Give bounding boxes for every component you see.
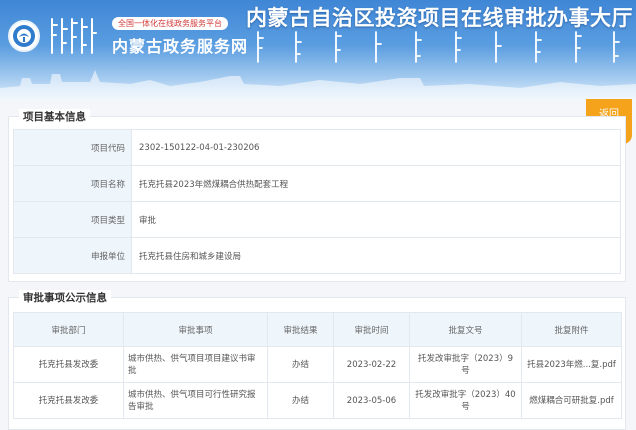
project-type-value: 审批	[131, 201, 621, 238]
doc-no-cell: 托发改审批字（2023）40号	[409, 382, 522, 419]
result-cell: 办结	[267, 346, 334, 383]
table-row: 托克托县发改委 城市供热、供气项目项目建议书审批 办结 2023-02-22 托…	[13, 346, 622, 383]
result-cell: 办结	[267, 382, 334, 419]
site-header: 全国一体化在线政务服务平台 内蒙古政务服务网 内蒙古自治区投资项目在线审批办事大…	[0, 0, 636, 100]
project-code-value: 2302-150122-04-01-230206	[131, 129, 621, 166]
column-header: 批复附件	[521, 312, 622, 347]
site-name: 内蒙古政务服务网	[112, 37, 249, 56]
column-header: 审批结果	[267, 312, 334, 347]
approval-table: 审批部门 审批事项 审批结果 审批时间 批复文号 批复附件 托克托县发改委 城市…	[13, 312, 622, 419]
basic-info-title: 项目基本信息	[19, 109, 90, 124]
item-cell: 城市供热、供气项目可行性研究报告审批	[123, 382, 268, 419]
doc-no-cell: 托发改审批字（2023）9号	[409, 346, 522, 383]
dept-cell: 托克托县发改委	[13, 346, 124, 383]
info-row-applicant: 申报单位 托克托县住房和城乡建设局	[13, 237, 621, 274]
mongolian-script-logo	[51, 18, 97, 54]
mongolian-script-title	[257, 31, 620, 63]
info-row-code: 项目代码 2302-150122-04-01-230206	[13, 129, 621, 166]
applicant-value: 托克托县住房和城乡建设局	[131, 237, 621, 274]
column-header: 审批事项	[123, 312, 268, 347]
basic-info-table: 项目代码 2302-150122-04-01-230206 项目名称 托克托县2…	[13, 129, 621, 274]
approval-header-row: 审批部门 审批事项 审批结果 审批时间 批复文号 批复附件	[13, 312, 622, 347]
column-header: 批复文号	[409, 312, 522, 347]
dept-cell: 托克托县发改委	[13, 382, 124, 419]
emblem-icon	[8, 20, 40, 52]
platform-badge: 全国一体化在线政务服务平台	[112, 17, 228, 30]
project-name-value: 托克托县2023年燃煤耦合供热配套工程	[131, 165, 621, 202]
column-header: 审批时间	[333, 312, 410, 347]
attachment-link[interactable]: 托县2023年燃...复.pdf	[521, 346, 622, 383]
attachment-link[interactable]: 燃煤耦合可研批复.pdf	[521, 382, 622, 419]
time-cell: 2023-05-06	[333, 382, 410, 419]
info-label: 项目名称	[13, 165, 132, 202]
info-label: 申报单位	[13, 237, 132, 274]
basic-info-section: 项目基本信息 项目代码 2302-150122-04-01-230206 项目名…	[8, 109, 626, 282]
table-row: 托克托县发改委 城市供热、供气项目可行性研究报告审批 办结 2023-05-06…	[13, 382, 622, 419]
info-row-name: 项目名称 托克托县2023年燃煤耦合供热配套工程	[13, 165, 621, 202]
hall-title: 内蒙古自治区投资项目在线审批办事大厅	[246, 5, 633, 30]
approval-info-title: 审批事项公示信息	[19, 290, 111, 305]
info-row-type: 项目类型 审批	[13, 201, 621, 238]
approval-info-section: 审批事项公示信息 审批部门 审批事项 审批结果 审批时间 批复文号 批复附件 托…	[8, 290, 626, 430]
time-cell: 2023-02-22	[333, 346, 410, 383]
item-cell: 城市供热、供气项目项目建议书审批	[123, 346, 268, 383]
info-label: 项目类型	[13, 201, 132, 238]
column-header: 审批部门	[13, 312, 124, 347]
city-skyline-graphic	[0, 70, 636, 100]
info-label: 项目代码	[13, 129, 132, 166]
